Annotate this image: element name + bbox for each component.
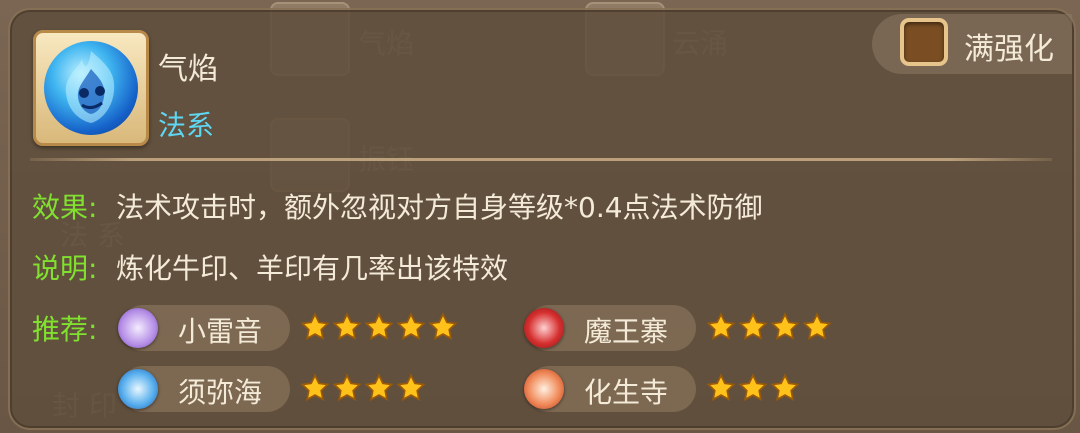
star-icon: [428, 312, 458, 341]
star-icon: [706, 373, 736, 402]
sect-stars-mowangzhai: [706, 312, 834, 346]
divider: [30, 158, 1052, 161]
star-icon: [300, 373, 330, 402]
recommend-label: 推荐:: [32, 313, 98, 346]
effect-label: 效果:: [32, 191, 98, 224]
full-enhance-checkbox[interactable]: [900, 18, 948, 66]
star-icon: [332, 373, 362, 402]
game-screen: 气焰 云涌 振钰 法 系 封 印 气焰 法系 满强化 效果: 法术攻击时，额外忽…: [0, 0, 1080, 433]
sect-stars-huashengsi: [706, 373, 802, 407]
star-icon: [332, 312, 362, 341]
description-label: 说明:: [32, 252, 98, 285]
sect-name-xumihai: 须弥海: [178, 376, 263, 409]
mowangzhai-emblem-icon: [524, 308, 564, 348]
star-icon: [364, 312, 394, 341]
skill-type: 法系: [158, 109, 215, 142]
skill-name: 气焰: [158, 52, 218, 87]
star-icon: [396, 373, 426, 402]
star-icon: [770, 312, 800, 341]
sect-stars-xumihai: [300, 373, 428, 407]
effect-text: 法术攻击时，额外忽视对方自身等级*0.4点法术防御: [116, 191, 763, 224]
star-icon: [802, 312, 832, 341]
blue-flame-spirit-icon: [44, 41, 138, 135]
huashengsi-emblem-icon: [524, 369, 564, 409]
skill-icon-frame: [33, 30, 149, 146]
star-icon: [738, 373, 768, 402]
xumihai-emblem-icon: [118, 369, 158, 409]
star-icon: [706, 312, 736, 341]
star-icon: [396, 312, 426, 341]
sect-name-mowangzhai: 魔王寨: [584, 315, 669, 348]
sect-name-xiaoleiyin: 小雷音: [178, 315, 263, 348]
sect-stars-xiaoleiyin: [300, 312, 460, 346]
star-icon: [364, 373, 394, 402]
star-icon: [770, 373, 800, 402]
full-enhance-label: 满强化: [964, 32, 1054, 67]
sect-name-huashengsi: 化生寺: [584, 376, 669, 409]
star-icon: [300, 312, 330, 341]
star-icon: [738, 312, 768, 341]
description-text: 炼化牛印、羊印有几率出该特效: [116, 252, 509, 285]
xiaoleiyin-emblem-icon: [118, 308, 158, 348]
